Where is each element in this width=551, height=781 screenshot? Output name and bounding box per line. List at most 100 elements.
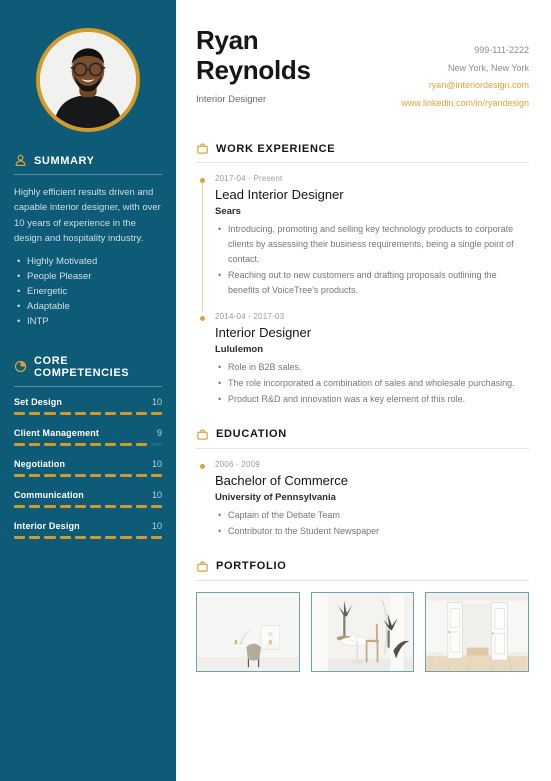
entry-bullet-list: Introducing, promoting and selling key t… bbox=[215, 222, 529, 297]
portfolio-title: PORTFOLIO bbox=[216, 560, 287, 573]
job-role-subtitle: Interior Designer bbox=[196, 94, 267, 106]
skill-bar-segment bbox=[44, 535, 56, 539]
portfolio-thumbnail-2[interactable] bbox=[310, 591, 415, 672]
work-experience-timeline: 2017-04 - Present Lead Interior Designer S… bbox=[196, 174, 529, 410]
skill-row: Communication 10 bbox=[14, 490, 162, 500]
list-item: Role in B2B sales. bbox=[215, 360, 529, 375]
list-item: Energetic bbox=[14, 284, 162, 299]
skill-score: 10 bbox=[151, 520, 162, 531]
skill-bar-segment bbox=[59, 411, 71, 415]
skill-score: 10 bbox=[151, 458, 162, 469]
skill-name: Negotiation bbox=[14, 458, 66, 469]
contact-block: 999-111-2222 New York, New York ryan@int… bbox=[401, 26, 529, 112]
list-item: Introducing, promoting and selling key t… bbox=[215, 222, 529, 267]
entry-title: Bachelor of Commerce bbox=[215, 472, 348, 488]
list-item: Product R&D and innovation was a key ele… bbox=[215, 392, 529, 407]
avatar-wrapper bbox=[14, 28, 162, 132]
entry-date: 2017-04 - Present bbox=[215, 174, 283, 184]
portfolio-thumbnail-1[interactable] bbox=[196, 591, 300, 672]
skill-row: Interior Design 10 bbox=[14, 521, 162, 531]
contact-email[interactable]: ryan@interiordesign.com bbox=[401, 77, 529, 95]
skill-bar-segment bbox=[74, 473, 87, 477]
skill-bar-segment bbox=[14, 504, 26, 508]
list-item: INTP bbox=[14, 314, 162, 329]
competencies-header: CORE COMPETENCIES bbox=[14, 355, 162, 386]
summary-divider bbox=[14, 174, 162, 175]
skill-name: Set Design bbox=[14, 396, 63, 407]
skill-bar-segment bbox=[74, 442, 87, 446]
skill-bar-segment bbox=[135, 442, 147, 446]
resume-page: SUMMARY Highly efficient results driven … bbox=[0, 0, 551, 781]
work-experience-title: WORK EXPERIENCE bbox=[216, 142, 336, 155]
skill-bar-segment bbox=[120, 504, 132, 508]
skill-bar-segment bbox=[14, 535, 26, 539]
skill-bar-segment bbox=[135, 473, 147, 477]
skill-bar-segment bbox=[59, 535, 71, 539]
skill-item: Communication 10 bbox=[14, 490, 163, 508]
skill-bar-segment bbox=[90, 442, 102, 446]
skill-bar-segment bbox=[14, 473, 26, 477]
skill-bar-segment bbox=[29, 442, 41, 446]
entry-bullet-list: Captain of the Debate TeamContributor to… bbox=[215, 508, 529, 539]
person-icon bbox=[14, 154, 27, 167]
summary-header: SUMMARY bbox=[14, 154, 162, 174]
timeline-entry: 2017-04 - Present Lead Interior Designer S… bbox=[200, 174, 529, 313]
skill-bar-segment bbox=[150, 473, 163, 477]
list-item: The role incorporated a combination of s… bbox=[215, 376, 529, 391]
skill-bar-segment bbox=[44, 411, 56, 415]
skill-bar-segment bbox=[29, 411, 41, 415]
sidebar: SUMMARY Highly efficient results driven … bbox=[0, 0, 176, 781]
education-divider bbox=[196, 447, 529, 449]
skill-bar-segment bbox=[105, 473, 117, 477]
skill-item: Client Management 9 bbox=[14, 427, 163, 446]
skill-bar-segment bbox=[44, 442, 56, 446]
briefcase-icon bbox=[196, 142, 209, 155]
section-portfolio: PORTFOLIO bbox=[196, 560, 530, 672]
skill-bar-segment bbox=[74, 535, 87, 539]
white-desk-with-chair-icon bbox=[197, 592, 299, 671]
summary-bullet-list: Highly Motivated People Pleaser Energeti… bbox=[14, 254, 162, 329]
timeline-entry: 2014-04 - 2017-03 Interior Designer Lulule… bbox=[200, 312, 529, 410]
skill-bar-segment bbox=[135, 411, 147, 415]
skills-list: Set Design 10 Client Management 9 Negotiatio… bbox=[14, 397, 163, 539]
skill-bar-segment bbox=[120, 535, 132, 539]
entry-organization: Lululemon bbox=[215, 344, 264, 356]
entry-title: Lead Interior Designer bbox=[215, 187, 344, 203]
entry-date: 2006 - 2009 bbox=[215, 459, 260, 469]
skill-item: Negotiation 10 bbox=[14, 458, 163, 477]
skill-bar bbox=[14, 442, 163, 446]
entry-organization: Sears bbox=[215, 206, 241, 218]
skill-bar-segment bbox=[120, 411, 132, 415]
skill-bar-segment bbox=[105, 535, 117, 539]
skill-score: 9 bbox=[156, 427, 162, 438]
skill-bar bbox=[14, 473, 163, 477]
skill-name: Interior Design bbox=[14, 520, 80, 531]
skill-bar-segment bbox=[90, 504, 102, 508]
sidebar-section-summary: SUMMARY Highly efficient results driven … bbox=[14, 154, 162, 329]
work-experience-header: WORK EXPERIENCE bbox=[196, 142, 529, 162]
work-experience-divider bbox=[196, 162, 529, 164]
skill-score: 10 bbox=[151, 396, 162, 407]
summary-title: SUMMARY bbox=[34, 154, 95, 167]
list-item: People Pleaser bbox=[14, 269, 162, 284]
pie-chart-icon bbox=[14, 360, 27, 373]
skill-bar-segment bbox=[14, 411, 26, 415]
skill-bar-segment bbox=[59, 473, 71, 477]
dining-table-with-plants-icon bbox=[311, 592, 414, 671]
entry-date: 2014-04 - 2017-03 bbox=[215, 312, 285, 322]
skill-bar-segment bbox=[150, 411, 163, 415]
skill-bar-segment bbox=[105, 442, 117, 446]
contact-linkedin[interactable]: www.linkedin.com/in/ryandesign bbox=[401, 95, 529, 113]
skill-name: Communication bbox=[14, 489, 84, 500]
portfolio-grid bbox=[196, 591, 530, 672]
skill-bar-segment bbox=[120, 473, 132, 477]
skill-bar-segment bbox=[74, 504, 87, 508]
skill-bar-segment bbox=[59, 504, 71, 508]
skill-item: Interior Design 10 bbox=[14, 521, 163, 539]
resume-header: Ryan Reynolds Interior Designer 999-111-… bbox=[196, 25, 529, 124]
portfolio-thumbnail-3[interactable] bbox=[425, 591, 530, 672]
skill-bar-segment bbox=[135, 535, 147, 539]
section-work-experience: WORK EXPERIENCE 2017-04 - Present Lead In… bbox=[196, 142, 529, 410]
skill-row: Set Design 10 bbox=[14, 397, 162, 407]
skill-bar-segment bbox=[90, 473, 102, 477]
